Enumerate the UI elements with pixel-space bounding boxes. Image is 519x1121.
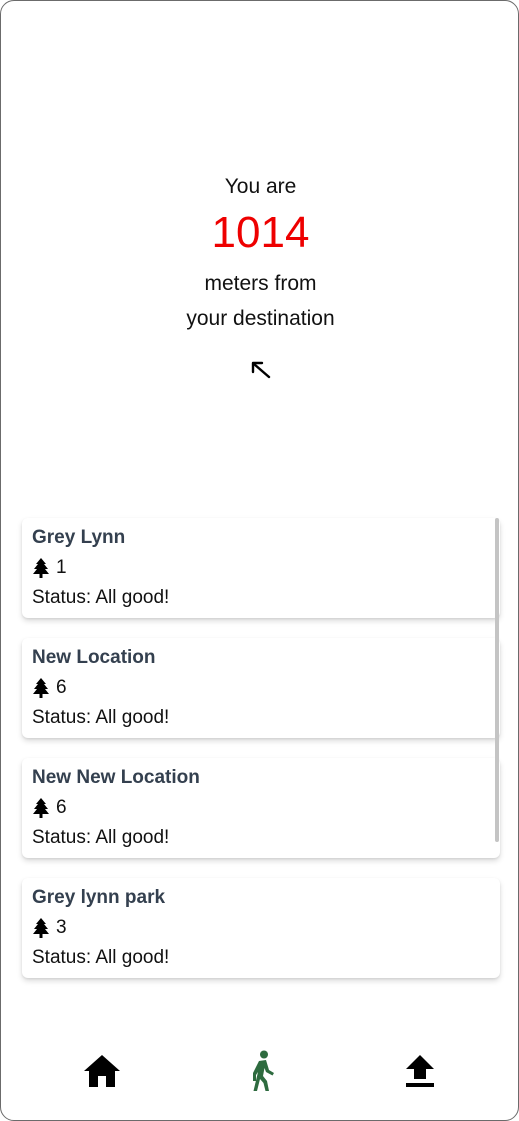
location-list[interactable]: Grey Lynn 1 Status: All good! New Locati… [22, 518, 500, 998]
tree-count-row: 6 [32, 676, 490, 700]
direction-arrow-icon [251, 361, 271, 379]
tree-icon [33, 798, 49, 818]
home-button[interactable] [80, 1049, 124, 1093]
list-item[interactable]: Grey Lynn 1 Status: All good! [22, 518, 500, 618]
location-status: Status: All good! [32, 947, 170, 968]
walk-icon [253, 1050, 274, 1091]
list-item[interactable]: New Location 6 Status: All good! [22, 638, 500, 738]
tree-count: 6 [56, 677, 67, 698]
home-icon [84, 1055, 120, 1087]
app-screen: You are 1014 meters from your destinatio… [0, 0, 519, 1121]
tree-count: 6 [56, 797, 67, 818]
upload-icon [406, 1055, 434, 1087]
tree-icon [33, 918, 49, 938]
upload-button[interactable] [398, 1049, 442, 1093]
list-item[interactable]: New New Location 6 Status: All good! [22, 758, 500, 858]
tree-icon [33, 558, 49, 578]
distance-value: 1014 [211, 208, 310, 257]
tree-count: 3 [56, 917, 67, 938]
location-name: New Location [32, 647, 156, 668]
location-name: New New Location [32, 767, 200, 788]
list-item[interactable]: Grey lynn park 3 Status: All good! [22, 878, 500, 978]
tree-count-row: 3 [32, 916, 490, 940]
tree-count-row: 6 [32, 796, 490, 820]
bottom-nav [1, 1041, 518, 1101]
distance-unit-line1: meters from [204, 272, 317, 295]
location-status: Status: All good! [32, 827, 170, 848]
location-status: Status: All good! [32, 587, 170, 608]
distance-unit-line2: your destination [186, 307, 335, 330]
location-status: Status: All good! [32, 707, 170, 728]
list-scrollbar[interactable] [495, 518, 499, 842]
location-name: Grey lynn park [32, 887, 166, 908]
tree-icon [33, 678, 49, 698]
walk-button[interactable] [239, 1049, 283, 1093]
distance-panel: You are 1014 meters from your destinatio… [1, 169, 518, 379]
tree-count: 1 [56, 557, 67, 578]
distance-prefix: You are [224, 175, 297, 198]
location-name: Grey Lynn [32, 527, 126, 548]
tree-count-row: 1 [32, 556, 490, 580]
